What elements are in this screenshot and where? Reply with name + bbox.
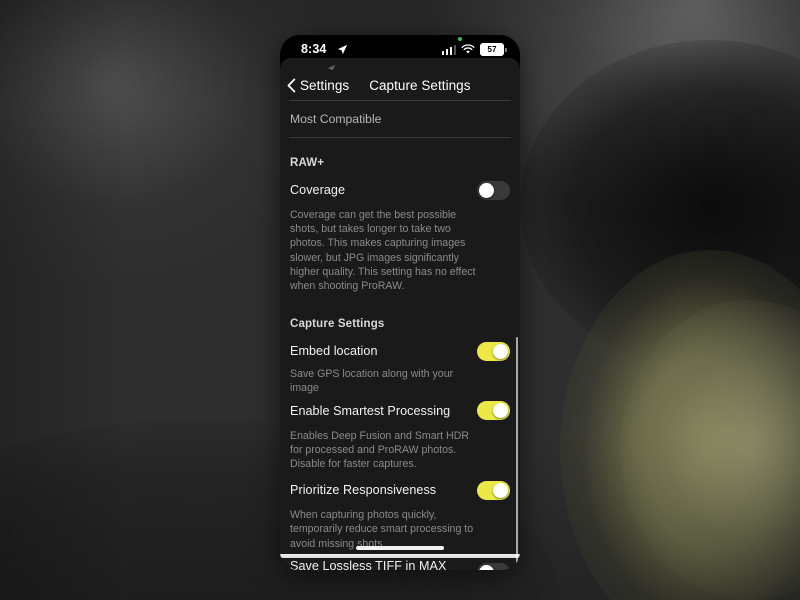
setting-help-embed-location: Save GPS location along with your image xyxy=(290,368,454,395)
chevron-left-icon xyxy=(287,78,296,92)
screen-bottom-edge xyxy=(280,554,520,558)
setting-row-coverage[interactable]: Coverage xyxy=(280,177,520,203)
scrollbar[interactable] xyxy=(515,337,518,565)
navigation-bar: Settings Capture Settings xyxy=(280,70,520,100)
settings-scroll-area[interactable]: Most Compatible RAW+ Coverage Coverage c… xyxy=(280,100,520,570)
setting-label-lossless-tiff: Save Lossless TIFF in MAX format xyxy=(290,558,447,570)
screen: 8:34 57 Settings Capture Settings Most C… xyxy=(0,0,800,600)
battery-percent: 57 xyxy=(487,44,497,54)
setting-help-smartest-processing: Enables Deep Fusion and Smart HDR for pr… xyxy=(290,429,470,471)
cellular-bars-icon xyxy=(441,45,456,55)
setting-help-coverage: Coverage can get the best possible shots… xyxy=(290,209,476,293)
toggle-knob xyxy=(493,403,508,419)
setting-row-prioritize-responsiveness[interactable]: Prioritize Responsiveness xyxy=(280,477,520,503)
toggle-knob xyxy=(493,482,508,498)
status-bar-indicators: 57 xyxy=(441,43,507,56)
toggle-smartest-processing[interactable] xyxy=(477,401,510,421)
toggle-knob xyxy=(479,182,494,198)
toggle-knob xyxy=(493,343,508,359)
setting-label-coverage: Coverage xyxy=(290,183,346,197)
toggle-lossless-tiff[interactable] xyxy=(477,563,510,570)
setting-row-embed-location[interactable]: Embed location xyxy=(280,338,520,364)
setting-label-smartest-processing: Enable Smartest Processing xyxy=(290,403,451,418)
back-button[interactable]: Settings xyxy=(287,78,349,93)
phone-device: 8:34 57 Settings Capture Settings Most C… xyxy=(280,35,520,570)
location-arrow-icon xyxy=(337,44,348,55)
section-heading-capture-settings: Capture Settings xyxy=(290,318,385,331)
battery-icon: 57 xyxy=(480,43,507,56)
toggle-knob xyxy=(479,565,494,570)
toggle-embed-location[interactable] xyxy=(477,341,510,361)
format-value-row[interactable]: Most Compatible xyxy=(280,101,520,137)
setting-row-smartest-processing[interactable]: Enable Smartest Processing xyxy=(280,398,520,424)
home-indicator[interactable] xyxy=(356,545,444,550)
back-button-label: Settings xyxy=(300,77,350,93)
setting-row-lossless-tiff[interactable]: Save Lossless TIFF in MAX format xyxy=(280,557,520,570)
section-heading-rawplus: RAW+ xyxy=(290,157,325,169)
toggle-coverage[interactable] xyxy=(477,180,510,200)
wifi-icon xyxy=(461,44,475,54)
page-title: Capture Settings xyxy=(369,77,471,93)
setting-label-embed-location: Embed location xyxy=(290,344,378,359)
green-privacy-dot xyxy=(458,37,462,41)
settings-sheet: Settings Capture Settings Most Compatibl… xyxy=(280,58,520,570)
setting-label-prioritize-responsiveness: Prioritize Responsiveness xyxy=(290,483,437,498)
toggle-prioritize-responsiveness[interactable] xyxy=(477,480,510,500)
status-bar-time: 8:34 xyxy=(301,42,327,56)
